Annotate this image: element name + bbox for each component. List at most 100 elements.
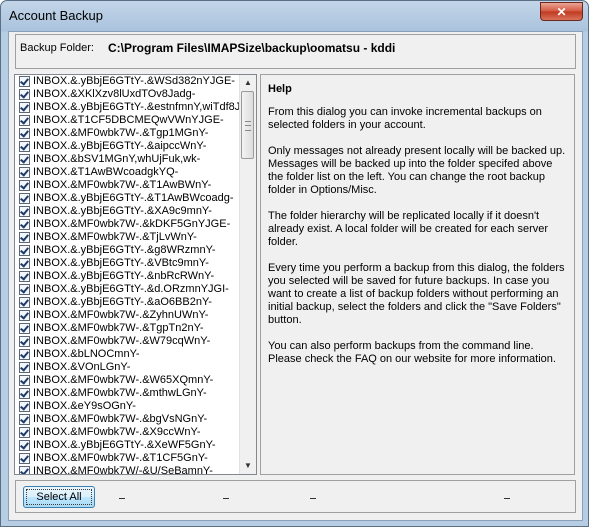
folder-list-item[interactable]: INBOX.&MF0wbk7W-.&T1CF5GnY- xyxy=(15,452,241,465)
folder-checkbox[interactable] xyxy=(19,336,30,347)
folder-checkbox[interactable] xyxy=(19,271,30,282)
folder-list-item[interactable]: INBOX.&MF0wbk7W-.&ZyhnUWnY- xyxy=(15,309,241,322)
folder-checkbox[interactable] xyxy=(19,401,30,412)
folder-list-item[interactable]: INBOX.&.yBbjE6GTtY-.&aO6BB2nY- xyxy=(15,296,241,309)
folder-name: INBOX.&eY9sOGnY- xyxy=(33,400,136,412)
folder-list-item[interactable]: INBOX.&.yBbjE6GTtY-.&estnfmnY,wiTdf8J- xyxy=(15,101,241,114)
folder-checkbox[interactable] xyxy=(19,193,30,204)
folder-list-item[interactable]: INBOX.&XKlXzv8lUxdTOv8Jadg- xyxy=(15,88,241,101)
help-panel: Help From this dialog you can invoke inc… xyxy=(260,74,575,475)
folder-name: INBOX.&MF0wbk7W-.&W79cqWnY- xyxy=(33,335,211,347)
folder-name: INBOX.&.yBbjE6GTtY-.&nbRcRWnY- xyxy=(33,270,215,282)
folder-name: INBOX.&MF0wbk7W-.&bgVsNGnY- xyxy=(33,413,208,425)
folder-list-item[interactable]: INBOX.&.yBbjE6GTtY-.&aipccWnY- xyxy=(15,140,241,153)
folder-name: INBOX.&MF0wbk7W-.&X9ccWnY- xyxy=(33,426,201,438)
folder-name: INBOX.&.yBbjE6GTtY-.&XA9c9mnY- xyxy=(33,205,212,217)
folder-list-item[interactable]: INBOX.&bLNOCmnY- xyxy=(15,348,241,361)
folder-list-item[interactable]: INBOX.&.yBbjE6GTtY-.&WSd382nYJGE- xyxy=(15,75,241,88)
select-all-button[interactable]: Select All xyxy=(23,486,95,508)
folder-checkbox[interactable] xyxy=(19,167,30,178)
scroll-thumb[interactable] xyxy=(241,91,254,159)
folder-list-item[interactable]: INBOX.&.yBbjE6GTtY-.&nbRcRWnY- xyxy=(15,270,241,283)
help-body: From this dialog you can invoke incremen… xyxy=(268,106,566,379)
folder-checkbox[interactable] xyxy=(19,219,30,230)
folder-list-item[interactable]: INBOX.&MF0wbk7W-.&TjLvWnY- xyxy=(15,231,241,244)
folder-list-item[interactable]: INBOX.&bSV1MGnY,whUjFuk,wk- xyxy=(15,153,241,166)
folder-list-item[interactable]: INBOX.&VOnLGnY- xyxy=(15,361,241,374)
folder-checkbox[interactable] xyxy=(19,154,30,165)
folder-name: INBOX.&MF0wbk7W-.&TgpTn2nY- xyxy=(33,322,204,334)
folder-name: INBOX.&MF0wbk7W-.&W65XQmnY- xyxy=(33,374,214,386)
button-bar: Select All xyxy=(15,480,576,513)
backup-folder-label: Backup Folder: xyxy=(20,42,94,54)
folder-list-item[interactable]: INBOX.&eY9sOGnY- xyxy=(15,400,241,413)
help-paragraph: From this dialog you can invoke incremen… xyxy=(268,106,542,131)
folder-checkbox[interactable] xyxy=(19,206,30,217)
folder-list-item[interactable]: INBOX.&.yBbjE6GTtY-.&T1AwBWcoadg- xyxy=(15,192,241,205)
folder-name: INBOX.&.yBbjE6GTtY-.&VBtc9mnY- xyxy=(33,257,209,269)
help-paragraph: Every time you perform a backup from thi… xyxy=(268,262,565,326)
folder-list-item[interactable]: INBOX.&MF0wbk7W-.&W65XQmnY- xyxy=(15,374,241,387)
folder-list-item[interactable]: INBOX.&T1CF5DBCMEQwVWnYJGE- xyxy=(15,114,241,127)
folder-checkbox[interactable] xyxy=(19,89,30,100)
folder-checkbox[interactable] xyxy=(19,245,30,256)
help-paragraph: Only messages not already present locall… xyxy=(268,145,566,196)
folder-checkbox[interactable] xyxy=(19,310,30,321)
close-button[interactable]: ✕ xyxy=(540,2,583,21)
scroll-up-arrow-icon[interactable]: ▲ xyxy=(240,75,256,91)
folder-checkbox[interactable] xyxy=(19,115,30,126)
folder-name: INBOX.&MF0wbk7W-.&Tgp1MGnY- xyxy=(33,127,209,139)
folder-checkbox[interactable] xyxy=(19,141,30,152)
folder-list-item[interactable]: INBOX.&MF0wbk7W-.&T1AwBWnY- xyxy=(15,179,241,192)
folder-checkbox[interactable] xyxy=(19,453,30,464)
folder-checkbox[interactable] xyxy=(19,388,30,399)
folder-name: INBOX.&T1CF5DBCMEQwVWnYJGE- xyxy=(33,114,224,126)
folder-checkbox[interactable] xyxy=(19,375,30,386)
folder-checkbox[interactable] xyxy=(19,180,30,191)
folder-name: INBOX.&.yBbjE6GTtY-.&aipccWnY- xyxy=(33,140,207,152)
folder-name: INBOX.&MF0wbk7W-.&kDKF5GnYJGE- xyxy=(33,218,231,230)
folder-list-item[interactable]: INBOX.&MF0wbk7W-.&kDKF5GnYJGE- xyxy=(15,218,241,231)
folder-checkbox[interactable] xyxy=(19,427,30,438)
scroll-down-arrow-icon[interactable]: ▼ xyxy=(240,458,256,474)
help-paragraph: The folder hierarchy will be replicated … xyxy=(268,210,549,248)
hidden-button-mnemonic xyxy=(223,492,229,499)
folder-checkbox[interactable] xyxy=(19,297,30,308)
folder-list-item[interactable]: INBOX.&.yBbjE6GTtY-.&XeWF5GnY- xyxy=(15,439,241,452)
folder-list-item[interactable]: INBOX.&.yBbjE6GTtY-.&d.ORzmnYJGI- xyxy=(15,283,241,296)
folder-list-scrollbar[interactable]: ▲ ▼ xyxy=(239,75,256,474)
account-backup-window: Account Backup ✕ Backup Folder: C:\Progr… xyxy=(0,0,589,527)
folder-list-item[interactable]: INBOX.&MF0wbk7W-.&bgVsNGnY- xyxy=(15,413,241,426)
folder-checkbox[interactable] xyxy=(19,284,30,295)
folder-checkbox[interactable] xyxy=(19,76,30,87)
folder-list-item[interactable]: INBOX.&MF0wbk7W-.&X9ccWnY- xyxy=(15,426,241,439)
folder-list-item[interactable]: INBOX.&MF0wbk7W-.&W79cqWnY- xyxy=(15,335,241,348)
folder-checkbox[interactable] xyxy=(19,440,30,451)
folder-checkbox[interactable] xyxy=(19,414,30,425)
folder-name: INBOX.&bSV1MGnY,whUjFuk,wk- xyxy=(33,153,201,165)
folder-checkbox[interactable] xyxy=(19,128,30,139)
folder-checkbox[interactable] xyxy=(19,466,30,474)
folder-list-item[interactable]: INBOX.&.yBbjE6GTtY-.&VBtc9mnY- xyxy=(15,257,241,270)
folder-name: INBOX.&XKlXzv8lUxdTOv8Jadg- xyxy=(33,88,196,100)
folder-checkbox[interactable] xyxy=(19,362,30,373)
window-title: Account Backup xyxy=(9,8,103,23)
folder-name: INBOX.&MF0wbk7W-.&mthwLGnY- xyxy=(33,387,207,399)
folder-checkbox[interactable] xyxy=(19,349,30,360)
hidden-button-mnemonic xyxy=(119,492,125,499)
folder-list-item[interactable]: INBOX.&.yBbjE6GTtY-.&g8WRzmnY- xyxy=(15,244,241,257)
folder-list-item[interactable]: INBOX.&T1AwBWcoadgkYQ- xyxy=(15,166,241,179)
folder-list-item[interactable]: INBOX.&MF0wbk7W-.&TgpTn2nY- xyxy=(15,322,241,335)
folder-list-item[interactable]: INBOX.&MF0wbk7W-.&Tgp1MGnY- xyxy=(15,127,241,140)
folder-checkbox[interactable] xyxy=(19,102,30,113)
folder-checkbox[interactable] xyxy=(19,258,30,269)
dialog-client-area: Backup Folder: C:\Program Files\IMAPSize… xyxy=(8,31,583,521)
folder-checklist[interactable]: INBOX.&.yBbjE6GTtY-.&WSd382nYJGE- INBOX.&… xyxy=(14,74,257,475)
folder-list-item[interactable]: INBOX.&MF0wbk7W/-&U/SeBamnY- xyxy=(15,465,241,474)
folder-list-item[interactable]: INBOX.&.yBbjE6GTtY-.&XA9c9mnY- xyxy=(15,205,241,218)
title-bar[interactable]: Account Backup ✕ xyxy=(1,1,588,31)
folder-list-item[interactable]: INBOX.&MF0wbk7W-.&mthwLGnY- xyxy=(15,387,241,400)
folder-checkbox[interactable] xyxy=(19,232,30,243)
folder-list-items: INBOX.&.yBbjE6GTtY-.&WSd382nYJGE- INBOX.&… xyxy=(15,75,241,474)
folder-checkbox[interactable] xyxy=(19,323,30,334)
